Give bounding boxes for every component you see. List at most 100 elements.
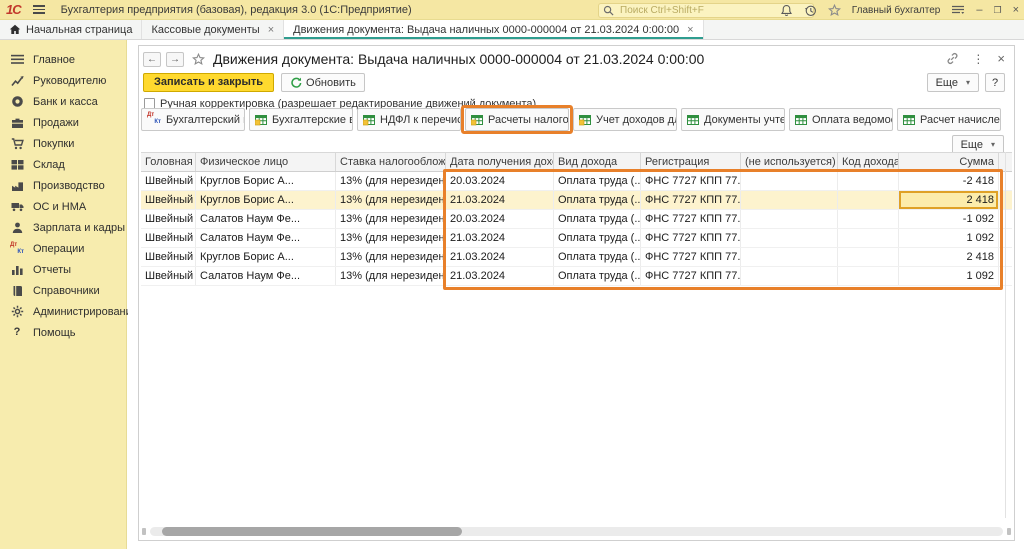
table-cell[interactable]: 20.03.2024 (446, 172, 554, 190)
table-cell[interactable]: 13% (для нерезидента ... (336, 210, 446, 228)
h-scroll-track[interactable] (150, 527, 1003, 536)
table-cell[interactable] (741, 172, 838, 190)
table-cell[interactable]: Оплата труда (... (554, 191, 641, 209)
table-cell[interactable]: Оплата труда (... (554, 248, 641, 266)
table-cell[interactable] (838, 191, 899, 209)
table-cell[interactable]: 1 092 (899, 267, 999, 285)
sidebar-item-spravochniki[interactable]: Справочники (0, 280, 126, 301)
form-tab-oplata-vedomost[interactable]: Оплата ведомост... (789, 108, 893, 131)
table-cell[interactable] (741, 191, 838, 209)
sidebar-item-bank-i-kassa[interactable]: Банк и касса (0, 91, 126, 112)
table-cell[interactable]: ФНС 7727 КПП 77... (641, 191, 741, 209)
form-tab-raschety-nalogopl[interactable]: Расчеты налогопл... (465, 108, 569, 131)
table-cell[interactable] (838, 172, 899, 190)
table-cell[interactable]: Оплата труда (... (554, 267, 641, 285)
refresh-button[interactable]: Обновить (281, 73, 365, 92)
table-cell[interactable]: 13% (для нерезидента ... (336, 172, 446, 190)
table-header-cell[interactable]: (не используется) ... (741, 153, 838, 171)
form-tab-dokumenty-uchten[interactable]: Документы учтен... (681, 108, 785, 131)
sidebar-item-proizvodstvo[interactable]: Производство (0, 175, 126, 196)
more-button[interactable]: Еще (927, 73, 979, 92)
table-cell[interactable]: 13% (для нерезидента ... (336, 191, 446, 209)
forward-button[interactable]: → (166, 52, 184, 67)
table-cell[interactable]: ФНС 7727 КПП 77... (641, 172, 741, 190)
table-cell[interactable]: Швейный поселок... (141, 210, 196, 228)
table-cell[interactable]: ФНС 7727 КПП 77... (641, 267, 741, 285)
table-header-cell[interactable]: Дата получения дохода (446, 153, 554, 171)
h-scrollbar[interactable] (142, 526, 1011, 537)
table-cell[interactable]: ФНС 7727 КПП 77... (641, 248, 741, 266)
sidebar-item-prodazhi[interactable]: Продажи (0, 112, 126, 133)
table-cell[interactable]: 2 418 (899, 191, 999, 209)
sidebar-item-zarplata-i-kadry[interactable]: Зарплата и кадры (0, 217, 126, 238)
table-cell[interactable]: Оплата труда (... (554, 172, 641, 190)
window-tab-home[interactable]: Начальная страница (0, 20, 142, 39)
sidebar-item-administrirovanie[interactable]: Администрирование (0, 301, 126, 322)
table-row[interactable]: Швейный поселок...Салатов Наум Фе...13% … (141, 229, 1012, 248)
table-cell[interactable]: Круглов Борис А... (196, 191, 336, 209)
sidebar-item-os-i-nma[interactable]: ОС и НМА (0, 196, 126, 217)
user-name[interactable]: Главный бухгалтер (852, 5, 941, 16)
table-cell[interactable]: 2 418 (899, 248, 999, 266)
link-icon[interactable] (946, 52, 959, 65)
window-tab-kassovye-dokumenty[interactable]: Кассовые документы× (142, 20, 284, 39)
form-close-icon[interactable]: × (997, 53, 1005, 65)
sidebar-item-pomosch[interactable]: ?Помощь (0, 322, 126, 343)
sidebar-item-sklad[interactable]: Склад (0, 154, 126, 175)
table-cell[interactable] (838, 248, 899, 266)
table-cell[interactable] (741, 248, 838, 266)
table-cell[interactable]: -2 418 (899, 172, 999, 190)
table-cell[interactable]: Оплата труда (... (554, 210, 641, 228)
table-cell[interactable]: 20.03.2024 (446, 210, 554, 228)
table-cell[interactable]: 1 092 (899, 229, 999, 247)
table-cell[interactable]: Оплата труда (... (554, 229, 641, 247)
form-tab-uchet-dohodov-dlya[interactable]: Учет доходов для... (573, 108, 677, 131)
table-cell[interactable]: 13% (для нерезидента ... (336, 229, 446, 247)
table-header-cell[interactable]: Регистрация (641, 153, 741, 171)
sidebar-item-pokupki[interactable]: Покупки (0, 133, 126, 154)
service-menu-icon[interactable] (951, 4, 965, 16)
table-cell[interactable]: 21.03.2024 (446, 191, 554, 209)
table-cell[interactable]: 21.03.2024 (446, 229, 554, 247)
menu-dots-icon[interactable]: ⋮ (972, 53, 984, 65)
table-cell[interactable]: -1 092 (899, 210, 999, 228)
sidebar-item-glavnoe[interactable]: Главное (0, 49, 126, 70)
table-cell[interactable] (838, 210, 899, 228)
form-tab-buhgalterskiy-i-n[interactable]: ДтКтБухгалтерский и н... (141, 108, 245, 131)
table-cell[interactable]: Швейный поселок... (141, 229, 196, 247)
sidebar-item-operacii[interactable]: ДтКтОперации (0, 238, 126, 259)
table-cell[interactable]: Круглов Борис А... (196, 248, 336, 266)
minimize-button[interactable]: – (976, 0, 982, 20)
table-header-cell[interactable]: Головная организ... (141, 153, 196, 171)
save-close-button[interactable]: Записать и закрыть (143, 73, 274, 92)
form-tab-buhgalterskie-vz[interactable]: Бухгалтерские вз... (249, 108, 353, 131)
table-cell[interactable]: ФНС 7727 КПП 77... (641, 210, 741, 228)
table-row[interactable]: Швейный поселок...Салатов Наум Фе...13% … (141, 267, 1012, 286)
table-cell[interactable]: Салатов Наум Фе... (196, 229, 336, 247)
table-cell[interactable] (838, 267, 899, 285)
table-cell[interactable] (741, 267, 838, 285)
tab-close-icon[interactable]: × (687, 24, 693, 36)
window-tab-dvizheniya-dokumenta[interactable]: Движения документа: Выдача наличных 0000… (284, 20, 703, 39)
table-cell[interactable]: 21.03.2024 (446, 267, 554, 285)
table-header-cell[interactable]: Физическое лицо (196, 153, 336, 171)
h-scroll-thumb[interactable] (162, 527, 462, 536)
table-cell[interactable]: 21.03.2024 (446, 248, 554, 266)
table-cell[interactable] (741, 210, 838, 228)
table-cell[interactable]: Швейный поселок... (141, 248, 196, 266)
table-cell[interactable] (741, 229, 838, 247)
maximize-button[interactable]: ❐ (993, 0, 1001, 20)
table-header-cell[interactable]: Ставка налогообложени... (336, 153, 446, 171)
table-header-cell[interactable]: Сумма (899, 153, 999, 171)
h-scroll-right-arrow[interactable] (1007, 528, 1011, 535)
back-button[interactable]: ← (143, 52, 161, 67)
table-cell[interactable]: 13% (для нерезидента ... (336, 248, 446, 266)
table-row[interactable]: Швейный поселок...Салатов Наум Фе...13% … (141, 210, 1012, 229)
table-row[interactable]: Швейный поселок...Круглов Борис А...13% … (141, 248, 1012, 267)
favorites-icon[interactable] (828, 4, 841, 17)
tab-close-icon[interactable]: × (268, 24, 274, 36)
table-cell[interactable] (838, 229, 899, 247)
h-scroll-left-arrow[interactable] (142, 528, 146, 535)
form-tab-raschet-nachisleni[interactable]: Расчет начислени... (897, 108, 1001, 131)
table-header-cell[interactable]: Вид дохода (554, 153, 641, 171)
